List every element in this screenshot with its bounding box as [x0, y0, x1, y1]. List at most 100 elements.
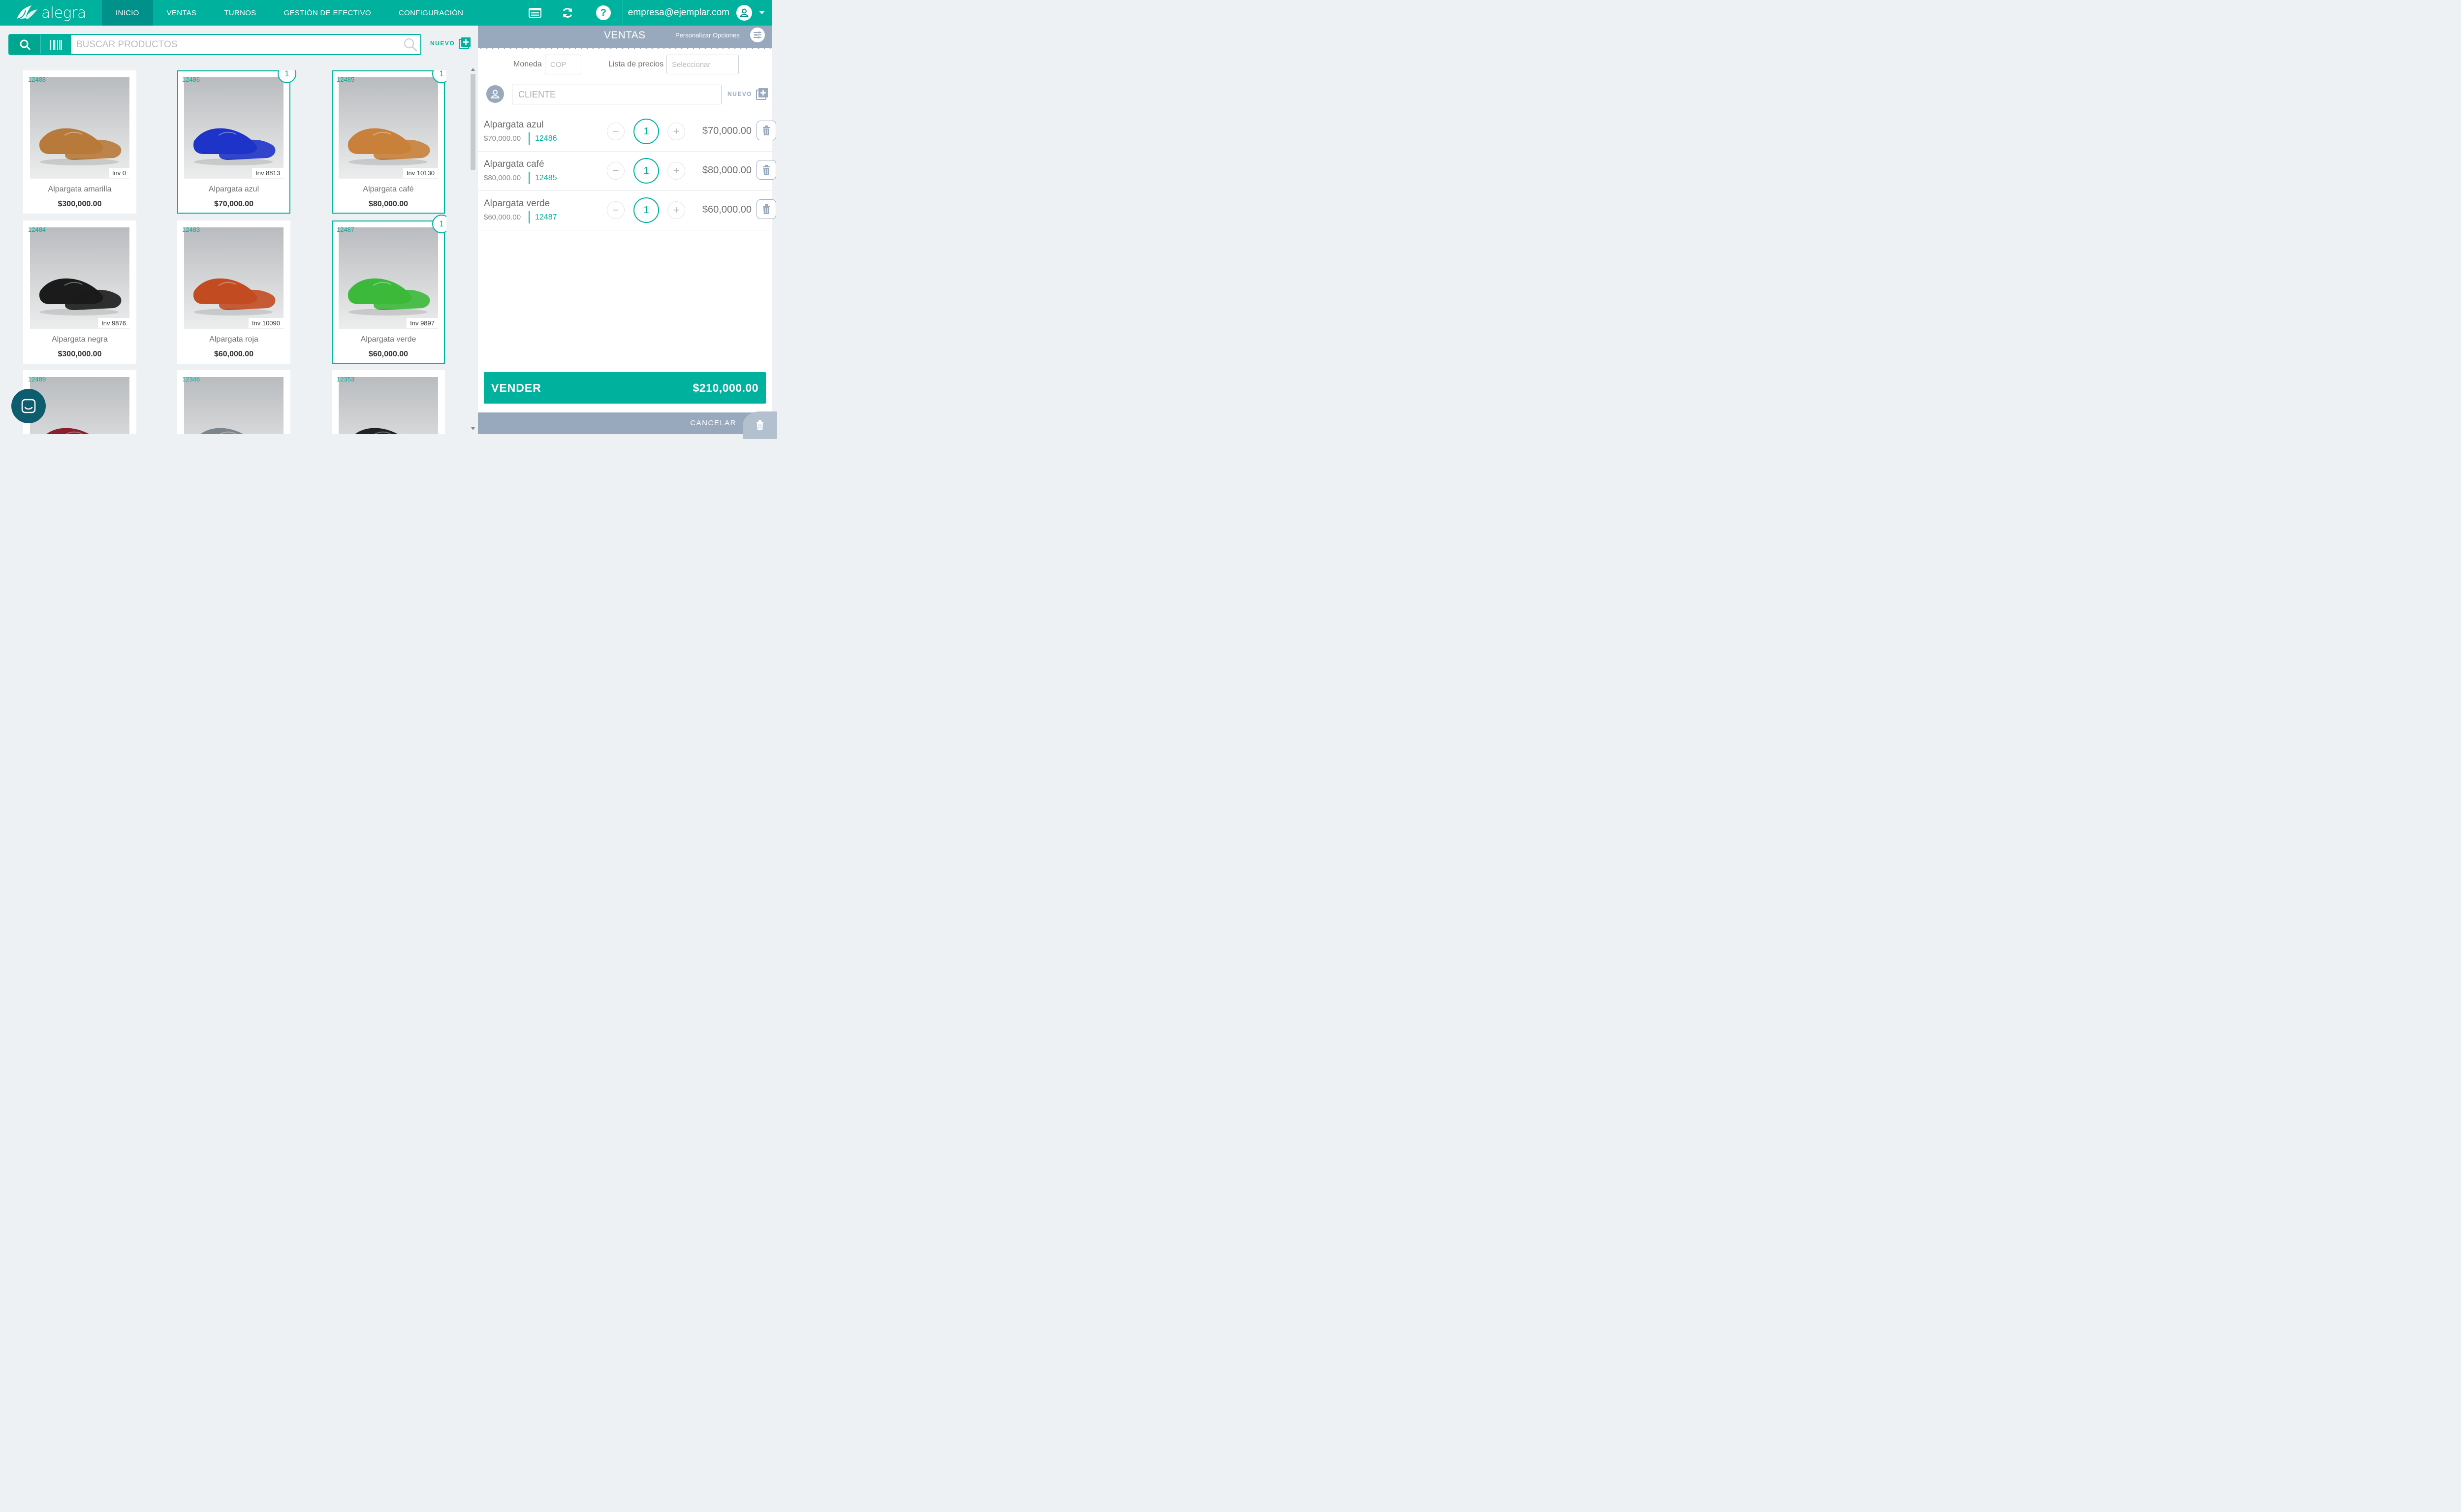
cart-item-code: 12487	[535, 213, 557, 221]
product-inventory: Inv 0	[108, 168, 129, 178]
options-sliders-icon[interactable]	[750, 28, 765, 42]
product-card[interactable]: 1 12485 Inv 10130 Alpargata café $80,000…	[332, 70, 446, 214]
alegra-leaf-icon	[16, 5, 37, 20]
scroll-thumb[interactable]	[471, 74, 475, 170]
help-button[interactable]: ?	[584, 0, 623, 26]
product-price: $70,000.00	[214, 200, 254, 208]
decrease-qty-button[interactable]: −	[607, 123, 625, 140]
increase-qty-button[interactable]: +	[667, 162, 685, 180]
new-client-label: NUEVO	[727, 91, 753, 97]
cart-item-total: $80,000.00	[702, 165, 752, 176]
product-card[interactable]: 1 12487 Inv 9897 Alpargata verde $60,000…	[332, 215, 446, 364]
product-code: 12483	[182, 226, 200, 233]
sell-button[interactable]: VENDER $210,000.00	[484, 372, 766, 404]
currency-select[interactable]: COP	[545, 55, 581, 74]
product-code: 12489	[28, 376, 46, 383]
barcode-button[interactable]	[40, 35, 71, 54]
remove-item-trash-icon[interactable]	[757, 160, 776, 180]
cart-item-qty[interactable]: 1	[633, 119, 659, 144]
product-card[interactable]: 12353	[332, 370, 445, 434]
nav-gestion-efectivo[interactable]: GESTIÓN DE EFECTIVO	[270, 0, 384, 26]
user-email[interactable]: empresa@ejemplar.com	[623, 7, 736, 18]
product-code: 12346	[182, 376, 200, 383]
nav-inicio[interactable]: INICIO	[102, 0, 153, 26]
sales-panel-footer: CANCELAR	[478, 411, 777, 439]
product-name: Alpargata verde	[360, 335, 416, 344]
product-card[interactable]: 12346	[177, 370, 290, 434]
search-button[interactable]	[9, 35, 40, 54]
scroll-up-arrow-icon[interactable]	[471, 67, 475, 72]
product-card[interactable]: 1 12486 Inv 8813 Alpargata azul $70,000.…	[177, 70, 296, 214]
receipt-list-icon	[528, 8, 541, 18]
product-grid: 12488 Inv 0 Alpargata amarilla $300,000.…	[23, 70, 446, 434]
search-icon	[20, 39, 31, 50]
product-code: 12484	[28, 226, 46, 233]
logo-text: alegra	[41, 4, 86, 22]
client-search-input[interactable]	[512, 85, 722, 104]
product-search-bar	[8, 34, 421, 55]
product-name: Alpargata roja	[209, 335, 258, 344]
product-price: $60,000.00	[214, 350, 254, 358]
cart-item-unit-price: $60,000.00	[484, 213, 521, 221]
product-list-scrollbar[interactable]	[469, 65, 477, 434]
search-field-icon	[401, 35, 420, 54]
product-name: Alpargata azul	[208, 185, 259, 193]
cart-item: Alpargata verde $60,000.00 12487 − 1 + $…	[478, 190, 776, 230]
cart-item-name[interactable]: Alpargata verde	[484, 198, 550, 209]
user-avatar-icon[interactable]	[736, 5, 752, 21]
nav-configuracion[interactable]: CONFIGURACIÓN	[385, 0, 477, 26]
cancel-sale-button[interactable]: CANCELAR	[690, 419, 736, 427]
cart-item-unit-price: $70,000.00	[484, 134, 521, 143]
cart-item-qty[interactable]: 1	[633, 197, 659, 223]
remove-item-trash-icon[interactable]	[757, 199, 776, 219]
sales-panel-title: VENTAS	[604, 30, 646, 41]
chat-icon	[21, 399, 36, 413]
scroll-down-arrow-icon[interactable]	[471, 426, 475, 431]
increase-qty-button[interactable]: +	[667, 123, 685, 140]
new-product-button[interactable]: NUEVO	[430, 37, 471, 49]
decrease-qty-button[interactable]: −	[607, 201, 625, 219]
product-inventory: Inv 9897	[407, 318, 438, 328]
cart-item-total: $70,000.00	[702, 126, 752, 136]
cart-item-name[interactable]: Alpargata azul	[484, 120, 543, 130]
product-search-input[interactable]	[71, 35, 401, 54]
barcode-icon	[50, 39, 62, 50]
header-zigzag-edge	[478, 45, 772, 49]
product-image	[184, 77, 284, 179]
cart-item-unit-price: $80,000.00	[484, 174, 521, 182]
currency-label: Moneda	[513, 60, 542, 68]
cart-item-total: $60,000.00	[702, 204, 752, 215]
alegra-logo[interactable]: alegra	[0, 0, 102, 26]
cart-item-qty[interactable]: 1	[633, 158, 659, 184]
magnifier-icon	[404, 38, 418, 52]
nav-ventas[interactable]: VENTAS	[153, 0, 211, 26]
cart-item-separator	[529, 211, 530, 223]
user-menu-chevron-down-icon[interactable]	[752, 11, 772, 15]
remove-item-trash-icon[interactable]	[757, 121, 776, 140]
cancel-trash-icon[interactable]	[743, 411, 777, 439]
user-silhouette-icon	[740, 8, 749, 17]
product-code: 12488	[28, 76, 46, 83]
price-list-select[interactable]: Seleccionar	[666, 55, 739, 74]
increase-qty-button[interactable]: +	[667, 201, 685, 219]
product-code: 12353	[337, 376, 355, 383]
sync-button[interactable]	[551, 0, 584, 26]
cart-item-code: 12486	[535, 134, 557, 143]
new-client-button[interactable]: NUEVO	[727, 88, 768, 100]
receipt-list-button[interactable]	[519, 0, 551, 26]
sales-panel: VENTAS Personalizar Opciones Moneda COP …	[478, 26, 777, 439]
customize-options-link[interactable]: Personalizar Opciones	[675, 32, 740, 39]
product-image	[339, 377, 438, 434]
cart-item-name[interactable]: Alpargata café	[484, 159, 544, 170]
new-product-label: NUEVO	[430, 40, 455, 47]
product-card[interactable]: 12488 Inv 0 Alpargata amarilla $300,000.…	[23, 70, 136, 214]
product-inventory: Inv 10130	[403, 168, 438, 178]
product-card[interactable]: 12484 Inv 9876 Alpargata negra $300,000.…	[23, 220, 136, 364]
decrease-qty-button[interactable]: −	[607, 162, 625, 180]
product-card[interactable]: 12483 Inv 10090 Alpargata roja $60,000.0…	[177, 220, 290, 364]
product-name: Alpargata café	[363, 185, 414, 193]
chat-launcher-button[interactable]	[11, 389, 46, 423]
nav-turnos[interactable]: TURNOS	[210, 0, 270, 26]
product-price: $300,000.00	[58, 350, 102, 358]
product-price: $80,000.00	[368, 200, 409, 208]
